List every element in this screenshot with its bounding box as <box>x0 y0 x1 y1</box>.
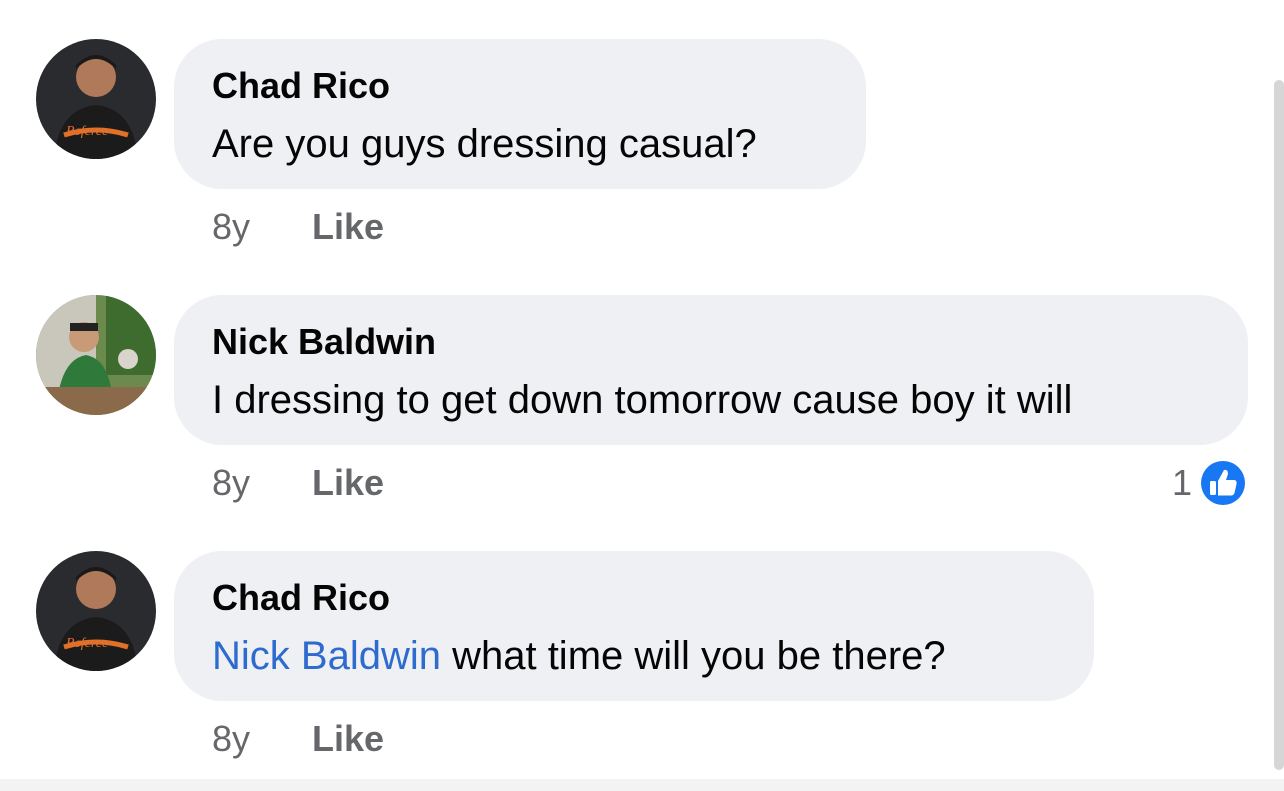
comment-author[interactable]: Chad Rico <box>212 65 830 107</box>
like-button[interactable]: Like <box>312 462 384 504</box>
like-button[interactable]: Like <box>312 718 384 760</box>
comment-meta: 8y Like <box>212 462 384 504</box>
comment-timestamp[interactable]: 8y <box>212 206 250 248</box>
comment-meta: 8y Like <box>212 206 384 248</box>
scrollbar[interactable] <box>1274 80 1284 770</box>
comment-bubble: Nick Baldwin I dressing to get down tomo… <box>174 295 1248 445</box>
comment-text-body: what time will you be there? <box>440 634 946 678</box>
svg-text:Referee: Referee <box>65 124 108 139</box>
comment-timestamp[interactable]: 8y <box>212 718 250 760</box>
comment-author[interactable]: Chad Rico <box>212 577 1058 619</box>
avatar[interactable]: Referee <box>36 551 156 671</box>
avatar[interactable] <box>36 295 156 415</box>
like-button[interactable]: Like <box>312 206 384 248</box>
svg-text:Referee: Referee <box>65 636 108 651</box>
comments-thread: Referee Chad Rico Are you guys dressing … <box>0 0 1284 791</box>
reaction-count: 1 <box>1171 462 1192 503</box>
comment-text: Are you guys dressing casual? <box>212 122 757 166</box>
bottom-divider <box>0 779 1284 791</box>
comment-text: I dressing to get down tomorrow cause bo… <box>212 378 1073 422</box>
avatar[interactable]: Referee <box>36 39 156 159</box>
thumbs-up-icon <box>1199 459 1247 507</box>
mention-link[interactable]: Nick Baldwin <box>212 634 441 678</box>
comment-bubble: Chad Rico Nick Baldwin what time will yo… <box>174 551 1094 701</box>
comment-meta: 8y Like <box>212 718 384 760</box>
reaction-summary[interactable]: 1 <box>1172 458 1248 508</box>
comment-text: Nick Baldwin what time will you be there… <box>212 633 1058 679</box>
comment-bubble: Chad Rico Are you guys dressing casual? <box>174 39 866 189</box>
comment-author[interactable]: Nick Baldwin <box>212 321 1212 363</box>
comment-timestamp[interactable]: 8y <box>212 462 250 504</box>
